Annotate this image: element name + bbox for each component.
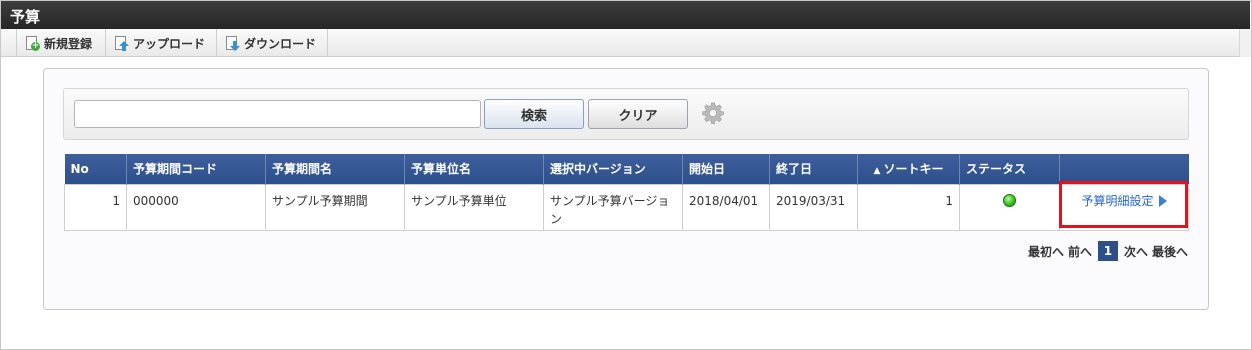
pager-last[interactable]: 最後へ [1152,243,1188,260]
status-green-icon [1003,193,1016,207]
download-icon [225,35,240,51]
budget-table: No 予算期間コード 予算期間名 予算単位名 選択中バージョン 開始日 終了日 … [64,154,1189,231]
gear-icon[interactable] [702,102,724,124]
column-header-status[interactable]: ステータス [959,154,1060,184]
highlight-box [1059,181,1188,228]
upload-button[interactable]: アップロード [106,29,217,57]
cell-unit-name: サンプル予算単位 [404,183,544,231]
pagination: 最初へ 前へ 1 次へ 最後へ [1024,240,1188,262]
column-header-no[interactable]: No [64,154,127,184]
column-header-version[interactable]: 選択中バージョン [543,154,683,184]
column-header-action [1059,154,1189,184]
column-header-period-code[interactable]: 予算期間コード [126,154,266,184]
scrollbar[interactable] [1239,29,1251,57]
cell-end-date: 2019/03/31 [769,183,858,231]
pager-prev[interactable]: 前へ [1068,243,1092,260]
new-button[interactable]: + 新規登録 [16,29,106,57]
column-header-end-date[interactable]: 終了日 [769,154,858,184]
download-button[interactable]: ダウンロード [217,29,328,57]
cell-status [959,183,1060,231]
cell-version: サンプル予算バージョン [543,183,683,231]
search-input[interactable] [74,100,481,128]
new-document-icon: + [25,35,40,51]
new-button-label: 新規登録 [44,36,93,51]
upload-icon [114,35,129,51]
cell-period-code: 000000 [126,183,266,231]
search-button[interactable]: 検索 [484,99,584,129]
table-header-row: No 予算期間コード 予算期間名 予算単位名 選択中バージョン 開始日 終了日 … [64,154,1189,184]
cell-period-name: サンプル予算期間 [265,183,405,231]
download-button-label: ダウンロード [244,36,317,51]
clear-button[interactable]: クリア [588,99,688,129]
cell-start-date: 2018/04/01 [682,183,770,231]
column-header-unit-name[interactable]: 予算単位名 [404,154,544,184]
pager-next[interactable]: 次へ [1124,243,1148,260]
toolbar: + 新規登録 アップロード ダウンロード [1,29,1250,57]
column-header-start-date[interactable]: 開始日 [682,154,770,184]
cell-no: 1 [64,183,127,231]
column-header-period-name[interactable]: 予算期間名 [265,154,405,184]
cell-sort-key: 1 [857,183,960,231]
pager-first[interactable]: 最初へ [1028,243,1064,260]
sort-ascending-icon: ▲ [873,166,881,177]
upload-button-label: アップロード [133,36,206,51]
sort-key-label: ソートキー [883,162,944,177]
column-header-sort-key[interactable]: ▲ ソートキー [857,154,960,184]
page-title: 予算 [1,1,1250,29]
table-row: 1 000000 サンプル予算期間 サンプル予算単位 サンプル予算バージョン 2… [64,183,1189,231]
pager-current-page[interactable]: 1 [1097,241,1118,261]
